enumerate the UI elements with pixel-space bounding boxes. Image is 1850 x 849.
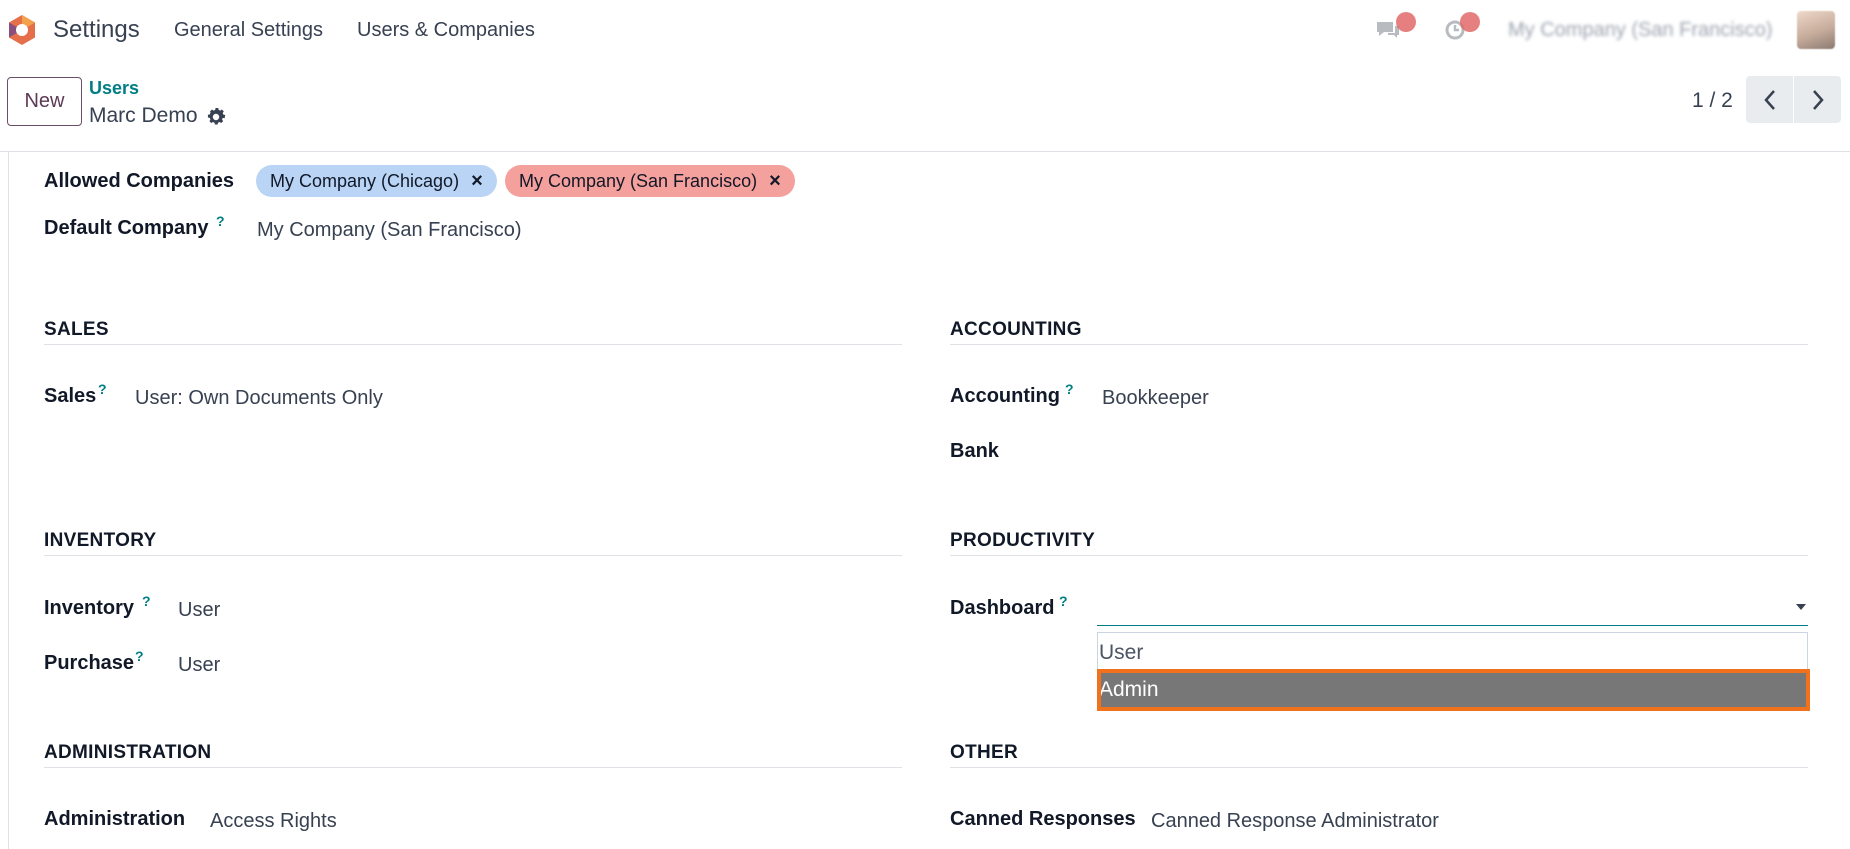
pager-next-button[interactable]	[1794, 76, 1841, 123]
help-tooltip[interactable]: ?	[98, 381, 107, 397]
chevron-left-icon	[1763, 89, 1775, 110]
inventory-field[interactable]: User	[178, 599, 220, 622]
gear-icon[interactable]	[205, 106, 227, 128]
section-title-inventory: INVENTORY	[44, 530, 157, 551]
section-divider	[950, 555, 1808, 556]
section-title-administration: ADMINISTRATION	[44, 742, 212, 763]
section-title-other: OTHER	[950, 742, 1018, 763]
purchase-field[interactable]: User	[178, 654, 220, 677]
section-divider	[950, 344, 1808, 345]
breadcrumb-users[interactable]: Users	[89, 78, 139, 99]
form-sheet	[8, 152, 1850, 849]
menu-general-settings[interactable]: General Settings	[174, 19, 323, 42]
pager-value[interactable]: 1 / 2	[1692, 89, 1733, 113]
help-tooltip[interactable]: ?	[1065, 381, 1074, 397]
dropdown-option-admin[interactable]: Admin	[1097, 669, 1810, 711]
section-divider	[44, 767, 902, 768]
user-avatar[interactable]	[1797, 11, 1835, 49]
help-tooltip[interactable]: ?	[135, 648, 144, 664]
canned-responses-field[interactable]: Canned Response Administrator	[1151, 810, 1439, 833]
help-tooltip[interactable]: ?	[142, 593, 151, 609]
company-tag: My Company (San Francisco) ×	[505, 165, 795, 197]
default-company-label: Default Company	[44, 217, 209, 239]
activity-badge	[1460, 12, 1480, 32]
dropdown-option-user[interactable]: User	[1098, 633, 1809, 673]
remove-tag-icon[interactable]: ×	[471, 170, 483, 193]
accounting-field[interactable]: Bookkeeper	[1102, 387, 1209, 410]
control-panel: New Users Marc Demo 1 / 2	[0, 59, 1850, 152]
purchase-label: Purchase	[44, 652, 135, 674]
menu-users-companies[interactable]: Users & Companies	[357, 19, 535, 42]
top-navbar: Settings General Settings Users & Compan…	[0, 0, 1850, 59]
administration-label: Administration	[44, 808, 186, 830]
inventory-label: Inventory	[44, 597, 135, 619]
help-tooltip[interactable]: ?	[1059, 593, 1068, 609]
odoo-logo-icon[interactable]	[7, 14, 37, 46]
accounting-label: Accounting	[950, 385, 1060, 407]
dashboard-label: Dashboard	[950, 597, 1055, 619]
bank-label: Bank	[950, 440, 999, 462]
section-divider	[44, 344, 902, 345]
company-switcher[interactable]: My Company (San Francisco)	[1508, 19, 1773, 42]
company-tag-label: My Company (Chicago)	[270, 170, 460, 191]
section-title-sales: SALES	[44, 319, 109, 340]
section-divider	[44, 555, 902, 556]
sales-field[interactable]: User: Own Documents Only	[135, 387, 383, 410]
record-title: Marc Demo	[89, 104, 198, 127]
dashboard-dropdown: User Admin	[1097, 632, 1810, 711]
section-title-productivity: PRODUCTIVITY	[950, 530, 1096, 551]
app-name[interactable]: Settings	[53, 16, 140, 44]
chat-badge	[1396, 12, 1416, 32]
default-company-field[interactable]: My Company (San Francisco)	[257, 219, 522, 242]
section-divider	[950, 767, 1808, 768]
allowed-companies-label: Allowed Companies	[44, 170, 235, 192]
administration-field[interactable]: Access Rights	[210, 810, 337, 833]
company-tag: My Company (Chicago) ×	[256, 165, 497, 197]
section-title-accounting: ACCOUNTING	[950, 319, 1082, 340]
help-tooltip[interactable]: ?	[216, 213, 225, 229]
company-tag-label: My Company (San Francisco)	[519, 170, 758, 191]
new-button[interactable]: New	[7, 77, 82, 126]
canned-responses-label: Canned Responses	[950, 808, 1136, 830]
caret-down-icon[interactable]	[1796, 604, 1806, 610]
remove-tag-icon[interactable]: ×	[769, 170, 781, 193]
sales-label: Sales	[44, 385, 97, 407]
dashboard-select[interactable]	[1097, 625, 1808, 626]
chevron-right-icon	[1812, 89, 1824, 110]
pager-previous-button[interactable]	[1746, 76, 1793, 123]
